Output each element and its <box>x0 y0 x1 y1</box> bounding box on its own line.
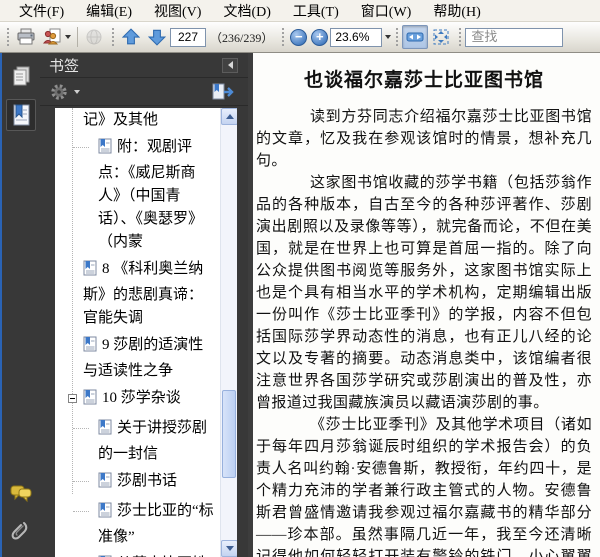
bookmarks-panel-button[interactable] <box>6 99 36 131</box>
previous-page-button[interactable] <box>118 25 144 49</box>
page-number-input[interactable] <box>170 27 206 47</box>
zoom-in-button[interactable] <box>311 28 329 46</box>
scroll-down-button[interactable] <box>221 540 237 557</box>
menu-edit[interactable]: 编辑(E) <box>75 0 143 22</box>
bookmark-item-continuation[interactable]: 记》及其他 <box>55 109 217 132</box>
fit-page-button[interactable] <box>428 25 454 49</box>
document-page: 也谈福尔嘉莎士比亚图书馆 读到方芬同志介绍福尔嘉莎士比亚图书馆的文章，忆及我在参… <box>253 53 600 557</box>
zoom-out-button[interactable] <box>290 28 308 46</box>
collapse-expander-icon[interactable] <box>68 394 77 404</box>
bookmark-item[interactable]: 8 《科利奥兰纳斯》的悲剧真谛：官能失调 <box>55 258 217 330</box>
menu-view[interactable]: 视图(V) <box>143 0 212 22</box>
toolbar-grip[interactable] <box>280 26 286 48</box>
document-paragraph: 读到方芬同志介绍福尔嘉莎士比亚图书馆的文章，忆及我在参观该馆时的情景，想补充几句… <box>256 109 592 169</box>
options-gear-button[interactable] <box>49 82 71 102</box>
fit-width-icon <box>406 32 424 42</box>
menu-file[interactable]: 文件(F) <box>8 0 75 22</box>
attachments-panel-button[interactable] <box>6 515 36 547</box>
navigation-rail <box>2 53 40 557</box>
print-icon <box>17 28 35 45</box>
sidebar-header: 书签 <box>40 53 248 79</box>
menu-tools[interactable]: 工具(T) <box>282 0 350 22</box>
bookmark-item[interactable]: 从莎士比亚姓氏的歧异拼法说起 <box>55 553 217 557</box>
scroll-up-button[interactable] <box>221 108 237 126</box>
page-down-icon <box>148 29 166 46</box>
toolbar-separator <box>77 27 78 47</box>
fit-width-button[interactable] <box>402 25 429 49</box>
bookmarks-icon <box>13 104 30 125</box>
document-area: 也谈福尔嘉莎士比亚图书馆 读到方芬同志介绍福尔嘉莎士比亚图书馆的文章，忆及我在参… <box>248 53 600 557</box>
pdf-reader-window: 文件(F) 编辑(E) 视图(V) 文档(D) 工具(T) 窗口(W) 帮助(H… <box>0 0 600 557</box>
menu-document[interactable]: 文档(D) <box>212 0 281 22</box>
comments-icon <box>10 485 32 503</box>
bookmark-page-icon <box>98 472 112 496</box>
toolbar: （236/239） <box>0 22 600 53</box>
page-up-icon <box>122 28 140 45</box>
bookmark-item-expanded[interactable]: 10 莎学杂谈 <box>55 387 217 413</box>
bookmark-item[interactable]: 莎剧书话 <box>55 470 217 496</box>
zoom-level-input[interactable] <box>330 27 383 47</box>
bookmarks-sidebar: 书签 记》及其他 附：观剧评点：《威尼斯商人》（中国青话）、《奥瑟罗》（内蒙 8… <box>40 53 248 557</box>
sidebar-toolbar <box>40 78 248 107</box>
tree-scrollbar[interactable] <box>220 108 237 557</box>
pages-panel-button[interactable] <box>6 61 36 93</box>
bookmark-page-icon <box>98 502 112 526</box>
bookmark-page-icon <box>98 419 112 443</box>
menu-window[interactable]: 窗口(W) <box>350 0 423 22</box>
share-button-disabled <box>81 25 107 49</box>
toolbar-grip[interactable] <box>457 26 463 48</box>
scroll-up-icon <box>225 114 234 120</box>
find-input[interactable] <box>465 27 564 47</box>
collaborate-button[interactable] <box>39 25 74 49</box>
collaborate-icon <box>42 28 61 45</box>
scroll-down-icon <box>225 546 234 551</box>
bookmark-page-icon <box>83 336 97 360</box>
pages-icon <box>13 66 30 86</box>
menu-bar: 文件(F) 编辑(E) 视图(V) 文档(D) 工具(T) 窗口(W) 帮助(H… <box>0 0 600 22</box>
collapse-panel-button[interactable] <box>222 57 238 73</box>
paperclip-icon <box>11 522 28 540</box>
bookmark-item[interactable]: 莎士比亚的“标准像” <box>55 500 217 549</box>
bookmark-page-icon <box>83 389 97 413</box>
next-page-button[interactable] <box>144 25 170 49</box>
goto-bookmark-button[interactable] <box>210 82 234 102</box>
bookmark-item[interactable]: 9 莎剧的适演性与适读性之争 <box>55 334 217 383</box>
toolbar-grip[interactable] <box>110 26 115 48</box>
scrollbar-thumb[interactable] <box>222 390 236 479</box>
zoom-dropdown-caret[interactable] <box>385 35 392 39</box>
sidebar-title: 书签 <box>49 58 80 75</box>
collapse-left-icon <box>227 61 233 70</box>
comments-panel-button[interactable] <box>6 477 36 509</box>
menu-help[interactable]: 帮助(H) <box>422 0 491 22</box>
bookmark-page-icon <box>98 138 112 162</box>
options-dropdown-caret[interactable] <box>74 89 80 94</box>
document-paragraph: 《莎士比亚季刊》及其他学术项目（诸如于每年四月莎翁诞辰时组织的学术报告会）的负责… <box>256 417 592 557</box>
bookmark-item[interactable]: 附：观剧评点：《威尼斯商人》（中国青话）、《奥瑟罗》（内蒙 <box>55 136 217 254</box>
main-area: 书签 记》及其他 附：观剧评点：《威尼斯商人》（中国青话）、《奥瑟罗》（内蒙 8… <box>0 53 600 557</box>
toolbar-grip[interactable] <box>5 26 10 48</box>
bookmark-item[interactable]: 关于讲授莎剧的一封信 <box>55 417 217 466</box>
fit-page-icon <box>433 29 449 45</box>
page-count-label: （236/239） <box>210 30 274 45</box>
document-paragraph: 这家图书馆收藏的莎学书籍（包括莎翁作品的各种版本，自古至今的各种莎评著作、莎剧演… <box>256 175 592 411</box>
toolbar-grip[interactable] <box>394 26 400 48</box>
globe-icon <box>86 29 102 45</box>
document-title: 也谈福尔嘉莎士比亚图书馆 <box>303 70 544 91</box>
collaborate-dropdown-caret <box>65 35 71 39</box>
bookmark-tree: 记》及其他 附：观剧评点：《威尼斯商人》（中国青话）、《奥瑟罗》（内蒙 8 《科… <box>55 108 237 557</box>
print-button[interactable] <box>13 25 39 49</box>
bookmark-page-icon <box>83 260 97 284</box>
